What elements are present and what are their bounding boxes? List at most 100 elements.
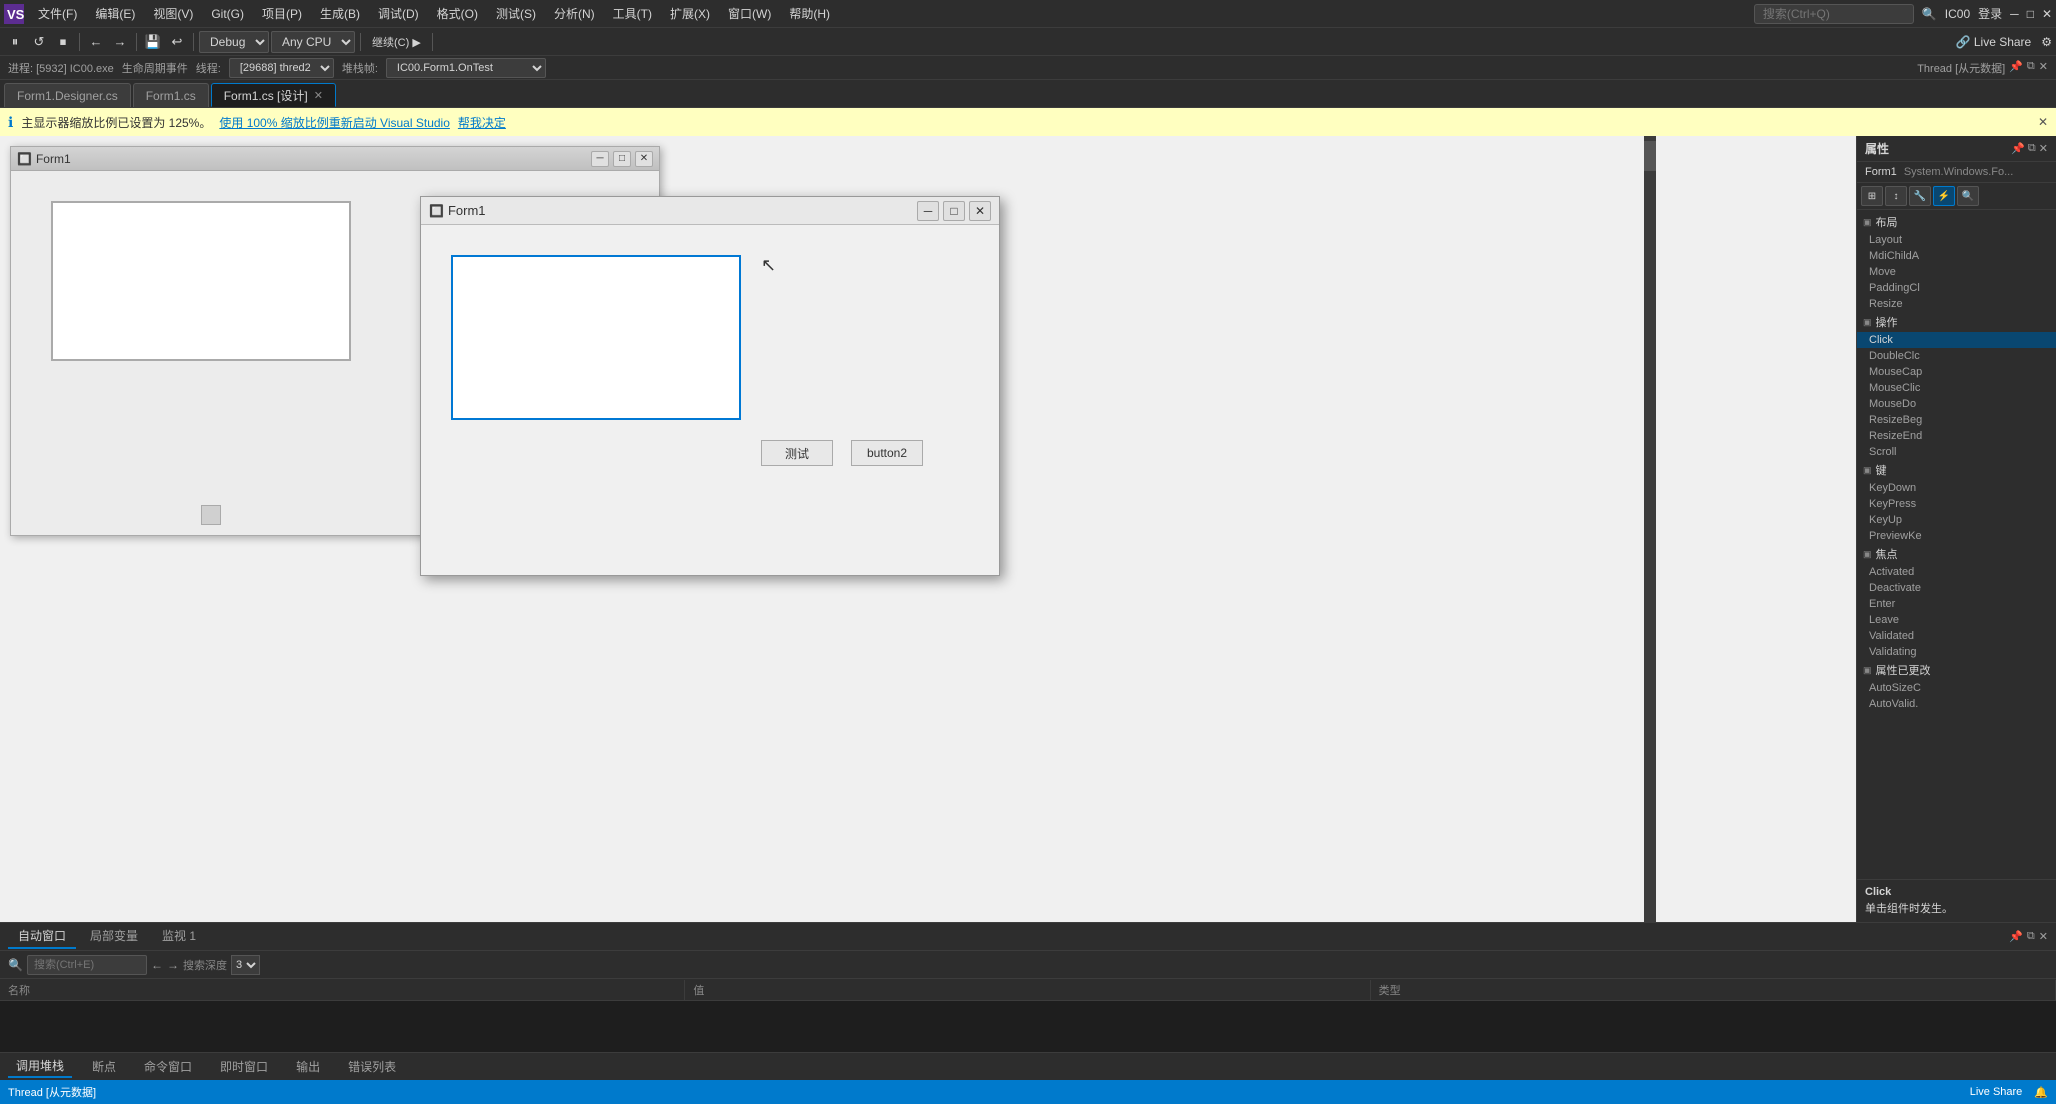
prop-sort-button[interactable]: ↕ <box>1885 186 1907 206</box>
close-button[interactable]: ✕ <box>2042 7 2052 21</box>
form-button1[interactable]: 测试 <box>761 440 833 466</box>
menu-item-file[interactable]: 文件(F) <box>30 3 85 24</box>
auto-search-depth-select[interactable]: 3 <box>231 955 260 975</box>
restart-button[interactable]: ↺ <box>28 31 50 53</box>
save-button[interactable]: 💾 <box>142 31 164 53</box>
designer-close-button[interactable]: ✕ <box>635 151 653 167</box>
prop-category-focus[interactable]: ▣ 焦点 <box>1857 544 2056 564</box>
menu-item-window[interactable]: 窗口(W) <box>720 3 779 24</box>
live-share-button[interactable]: 🔗 Live Share <box>1950 33 2038 51</box>
prop-item-keyup[interactable]: KeyUp <box>1857 512 2056 528</box>
tab-form-design[interactable]: Form1.cs [设计] ✕ <box>211 83 336 107</box>
prop-item-mousecap[interactable]: MouseCap <box>1857 364 2056 380</box>
prop-item-previewke[interactable]: PreviewKe <box>1857 528 2056 544</box>
menu-item-test[interactable]: 测试(S) <box>488 3 544 24</box>
properties-pin-icon[interactable]: 📌 <box>2011 142 2025 155</box>
prop-item-resizebeg[interactable]: ResizeBeg <box>1857 412 2056 428</box>
prop-item-validating[interactable]: Validating <box>1857 644 2056 660</box>
prop-item-mdichilda[interactable]: MdiChildA <box>1857 248 2056 264</box>
pause-button[interactable]: ⏸ <box>4 31 26 53</box>
settings-icon[interactable]: ⚙ <box>2041 35 2052 49</box>
minimize-button[interactable]: ─ <box>2010 7 2019 21</box>
prop-category-keys[interactable]: ▣ 键 <box>1857 460 2056 480</box>
prop-item-leave[interactable]: Leave <box>1857 612 2056 628</box>
menu-item-project[interactable]: 项目(P) <box>254 3 310 24</box>
bottom-tab-command[interactable]: 命令窗口 <box>136 1056 200 1077</box>
menu-item-view[interactable]: 视图(V) <box>145 3 201 24</box>
global-search-input[interactable] <box>1754 4 1914 24</box>
prop-item-activated[interactable]: Activated <box>1857 564 2056 580</box>
status-notification-icon[interactable]: 🔔 <box>2034 1086 2048 1099</box>
prop-item-validated[interactable]: Validated <box>1857 628 2056 644</box>
prop-category-layout[interactable]: ▣ 布局 <box>1857 212 2056 232</box>
tab-form-cs[interactable]: Form1.cs <box>133 83 209 107</box>
prop-item-paddingcl[interactable]: PaddingCl <box>1857 280 2056 296</box>
designer-restore-button[interactable]: □ <box>613 151 631 167</box>
prop-item-mousedo[interactable]: MouseDo <box>1857 396 2056 412</box>
menu-item-edit[interactable]: 编辑(E) <box>87 3 143 24</box>
auto-window-pin-icon[interactable]: 📌 <box>2009 930 2023 943</box>
prop-categories-button[interactable]: ⊞ <box>1861 186 1883 206</box>
running-close-button[interactable]: ✕ <box>969 201 991 221</box>
design-area-scrollbar-v[interactable] <box>1644 136 1656 922</box>
forward-button[interactable]: → <box>109 31 131 53</box>
bottom-tab-output[interactable]: 输出 <box>288 1056 328 1077</box>
back-button[interactable]: ← <box>85 31 107 53</box>
running-minimize-button[interactable]: ─ <box>917 201 939 221</box>
auto-tab-local[interactable]: 局部变量 <box>80 924 148 949</box>
properties-float-icon[interactable]: ⧉ <box>2028 142 2036 155</box>
bottom-tab-errorlist[interactable]: 错误列表 <box>340 1056 404 1077</box>
close-panel-icon[interactable]: ✕ <box>2039 60 2048 76</box>
running-form[interactable]: 🔲 Form1 ─ □ ✕ 测试 button2 ↖ <box>420 196 1000 576</box>
tab-close-icon[interactable]: ✕ <box>314 89 323 102</box>
login-button[interactable]: 登录 <box>1978 5 2002 22</box>
info-close-button[interactable]: ✕ <box>2038 115 2048 129</box>
prop-category-actions[interactable]: ▣ 操作 <box>1857 312 2056 332</box>
prop-item-keydown[interactable]: KeyDown <box>1857 480 2056 496</box>
thread-panel-button[interactable]: Thread [从元数据] <box>1917 60 2005 76</box>
prop-search-button[interactable]: 🔍 <box>1957 186 1979 206</box>
designer-minimize-button[interactable]: ─ <box>591 151 609 167</box>
pin-panel-icon[interactable]: 📌 <box>2009 60 2023 76</box>
debug-config-dropdown[interactable]: Debug <box>199 31 269 53</box>
auto-tab-watch[interactable]: 监视 1 <box>152 924 206 949</box>
prop-item-scroll[interactable]: Scroll <box>1857 444 2056 460</box>
auto-search-input[interactable] <box>27 955 147 975</box>
properties-close-icon[interactable]: ✕ <box>2039 142 2048 155</box>
bottom-tab-immediate[interactable]: 即时窗口 <box>212 1056 276 1077</box>
auto-tab-auto[interactable]: 自动窗口 <box>8 924 76 949</box>
menu-item-help[interactable]: 帮助(H) <box>781 3 838 24</box>
menu-item-git[interactable]: Git(G) <box>203 5 252 23</box>
undo-button[interactable]: ↩ <box>166 31 188 53</box>
prop-item-dblclick[interactable]: DoubleClc <box>1857 348 2056 364</box>
status-live-share[interactable]: Live Share <box>1970 1086 2023 1099</box>
auto-window-close-icon[interactable]: ✕ <box>2039 930 2048 943</box>
prop-item-layout[interactable]: Layout <box>1857 232 2056 248</box>
prop-item-deactivate[interactable]: Deactivate <box>1857 580 2056 596</box>
restore-button[interactable]: □ <box>2027 7 2034 21</box>
prop-item-click[interactable]: Click <box>1857 332 2056 348</box>
prop-item-enter[interactable]: Enter <box>1857 596 2056 612</box>
tab-designer-cs[interactable]: Form1.Designer.cs <box>4 83 131 107</box>
info-action1[interactable]: 使用 100% 缩放比例重新启动 Visual Studio <box>219 114 450 131</box>
menu-item-analyze[interactable]: 分析(N) <box>546 3 603 24</box>
prop-item-move[interactable]: Move <box>1857 264 2056 280</box>
prop-item-resizeend[interactable]: ResizeEnd <box>1857 428 2056 444</box>
menu-item-tools[interactable]: 工具(T) <box>605 3 660 24</box>
bottom-tab-breakpoints[interactable]: 断点 <box>84 1056 124 1077</box>
prop-category-changed[interactable]: ▣ 属性已更改 <box>1857 660 2056 680</box>
auto-window-float-icon[interactable]: ⧉ <box>2027 930 2035 943</box>
menu-item-extensions[interactable]: 扩展(X) <box>662 3 718 24</box>
prop-item-autosizec[interactable]: AutoSizeC <box>1857 680 2056 696</box>
prop-item-keypress[interactable]: KeyPress <box>1857 496 2056 512</box>
continue-button[interactable]: 继续(C) ▶ <box>366 31 427 53</box>
form-textbox-control[interactable] <box>451 255 741 420</box>
bottom-tab-callstack[interactable]: 调用堆栈 <box>8 1055 72 1078</box>
auto-nav-next-icon[interactable]: → <box>167 958 179 972</box>
prop-item-resize[interactable]: Resize <box>1857 296 2056 312</box>
running-restore-button[interactable]: □ <box>943 201 965 221</box>
stop-button[interactable]: ⏹ <box>52 31 74 53</box>
menu-item-format[interactable]: 格式(O) <box>429 3 486 24</box>
thread-dropdown[interactable]: [29688] thred2 <box>229 58 334 78</box>
platform-dropdown[interactable]: Any CPU <box>271 31 355 53</box>
